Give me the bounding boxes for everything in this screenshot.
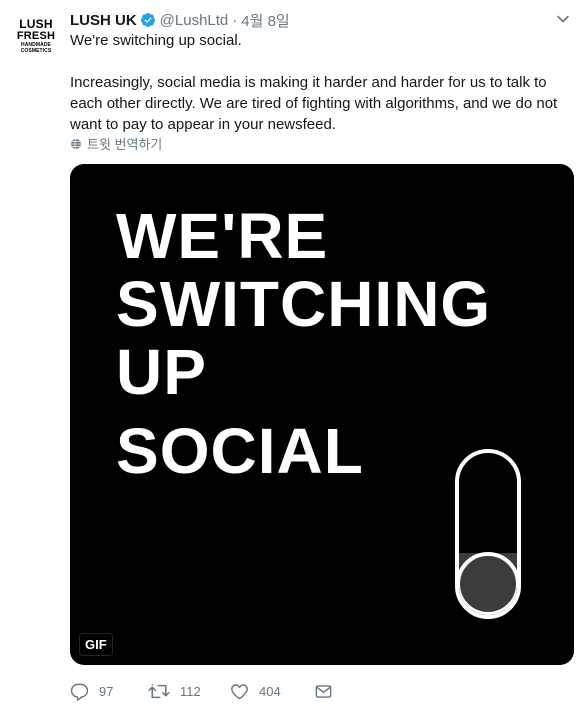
gif-badge: GIF xyxy=(79,633,113,656)
translate-label: 트윗 번역하기 xyxy=(87,137,163,152)
verified-badge-icon xyxy=(140,12,156,28)
tweet-media-gif[interactable]: WE'RE SWITCHING UP SOCIAL GIF xyxy=(70,164,574,665)
gif-text-line-3: UP xyxy=(116,336,207,408)
retweet-count: 112 xyxy=(180,683,201,699)
tweet-actions: 97 112 404 xyxy=(70,680,333,702)
heart-icon xyxy=(231,683,248,699)
tweet-text: We're switching up social. Increasingly,… xyxy=(70,30,570,135)
reply-icon xyxy=(70,683,89,701)
tweet-header: LUSH UK @LushLtd · 4월 8일 xyxy=(70,10,290,30)
gif-text-line-2: SWITCHING xyxy=(116,268,492,340)
reply-count: 97 xyxy=(99,683,114,699)
author-handle[interactable]: @LushLtd xyxy=(160,12,229,29)
gif-text-line-1: WE'RE xyxy=(116,200,329,272)
envelope-icon xyxy=(315,684,332,698)
reply-button[interactable]: 97 xyxy=(70,682,148,701)
direct-message-button[interactable] xyxy=(314,682,333,701)
retweet-button[interactable]: 112 xyxy=(148,682,230,701)
tweet-paragraph-2: Increasingly, social media is making it … xyxy=(70,74,558,133)
globe-icon xyxy=(71,138,81,149)
separator-dot: · xyxy=(232,11,238,29)
chevron-down-icon[interactable] xyxy=(556,12,570,26)
toggle-knob xyxy=(459,552,517,615)
tweet-date[interactable]: 4월 8일 xyxy=(241,10,289,31)
retweet-icon xyxy=(148,683,170,698)
avatar[interactable]: LUSH FRESH HANDMADE COSMETICS xyxy=(14,18,58,62)
author-name[interactable]: LUSH UK xyxy=(70,12,137,29)
translate-tweet-link[interactable]: 트윗 번역하기 xyxy=(70,134,162,153)
avatar-logo-line1: LUSH xyxy=(19,17,53,31)
like-button[interactable]: 404 xyxy=(230,682,314,701)
avatar-logo-line2: FRESH xyxy=(16,30,56,42)
toggle-switch-graphic xyxy=(455,449,521,619)
avatar-logo-line4: COSMETICS xyxy=(20,48,52,54)
gif-text-line-4: SOCIAL xyxy=(116,415,364,487)
like-count: 404 xyxy=(259,683,281,699)
tweet-paragraph-1: We're switching up social. xyxy=(70,32,242,49)
